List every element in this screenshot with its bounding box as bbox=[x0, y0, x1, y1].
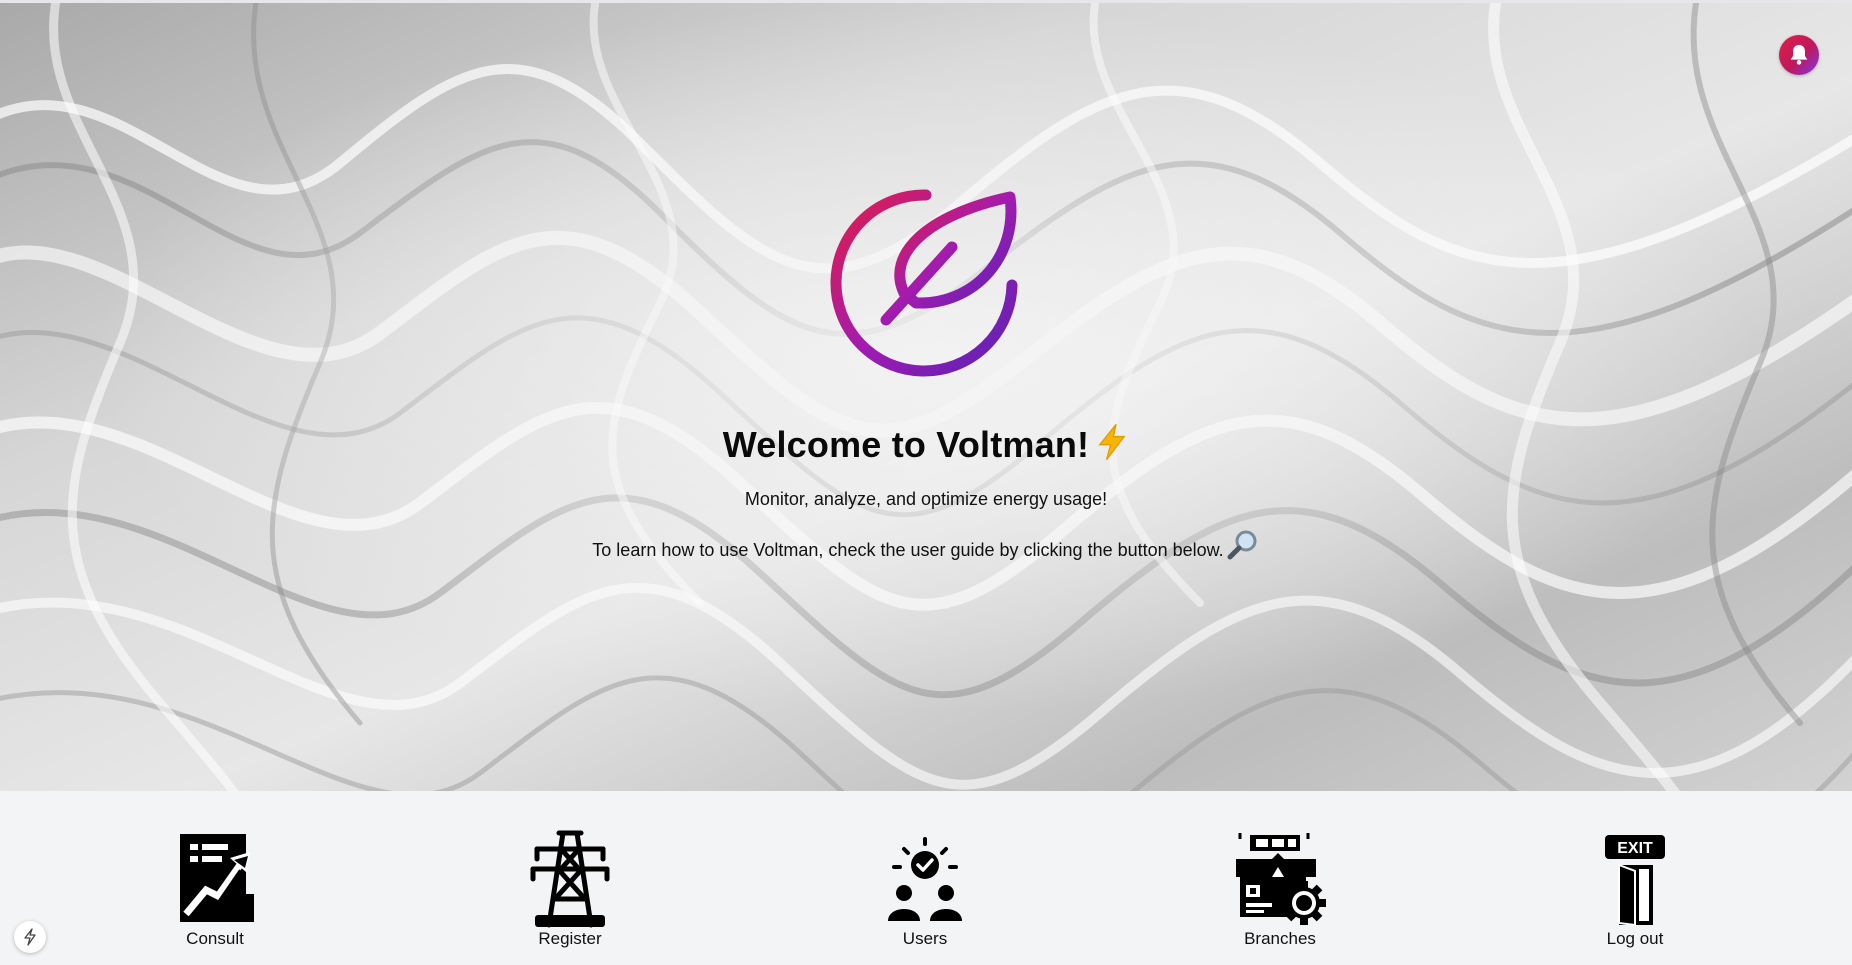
lightning-icon bbox=[24, 928, 36, 946]
corner-bolt-button[interactable] bbox=[14, 921, 46, 953]
nav-users[interactable]: Users bbox=[845, 829, 1005, 949]
user-guide-sentence: To learn how to use Voltman, check the u… bbox=[592, 540, 1224, 560]
magnifying-glass-icon bbox=[1226, 528, 1260, 567]
hero-background bbox=[0, 3, 1852, 791]
page: Welcome to Voltman! Monitor, analyze, an… bbox=[0, 0, 1852, 965]
nav-branches-label: Branches bbox=[1244, 929, 1316, 948]
nav-consult[interactable]: Consult bbox=[135, 829, 295, 949]
bottom-navigation: Consult Register Users Branches EXIT Log… bbox=[0, 791, 1852, 965]
hero-section: Welcome to Voltman! Monitor, analyze, an… bbox=[0, 3, 1852, 791]
user-guide-text: To learn how to use Voltman, check the u… bbox=[0, 528, 1852, 567]
nav-consult-label: Consult bbox=[186, 929, 244, 948]
nav-log-out-label: Log out bbox=[1606, 929, 1664, 948]
factory-gear-icon bbox=[1230, 829, 1330, 929]
notification-button[interactable] bbox=[1779, 35, 1819, 75]
nav-log-out[interactable]: EXIT Log out bbox=[1555, 829, 1715, 949]
nav-users-label: Users bbox=[902, 929, 948, 948]
welcome-heading: Welcome to Voltman! bbox=[0, 423, 1852, 470]
bell-icon bbox=[1790, 44, 1808, 65]
nav-register-label: Register bbox=[538, 929, 602, 948]
nav-register[interactable]: Register bbox=[490, 829, 650, 949]
chart-document-icon bbox=[165, 829, 265, 929]
nav-branches[interactable]: Branches bbox=[1200, 829, 1360, 949]
users-check-icon bbox=[875, 829, 975, 929]
welcome-heading-text: Welcome to Voltman! bbox=[722, 424, 1090, 465]
exit-door-icon: EXIT bbox=[1585, 829, 1685, 929]
leaf-power-logo bbox=[830, 189, 1018, 377]
hero-subtitle: Monitor, analyze, and optimize energy us… bbox=[744, 489, 1108, 509]
svg-text:EXIT: EXIT bbox=[1617, 840, 1653, 857]
power-tower-icon bbox=[520, 829, 620, 929]
high-voltage-icon bbox=[1095, 423, 1129, 470]
